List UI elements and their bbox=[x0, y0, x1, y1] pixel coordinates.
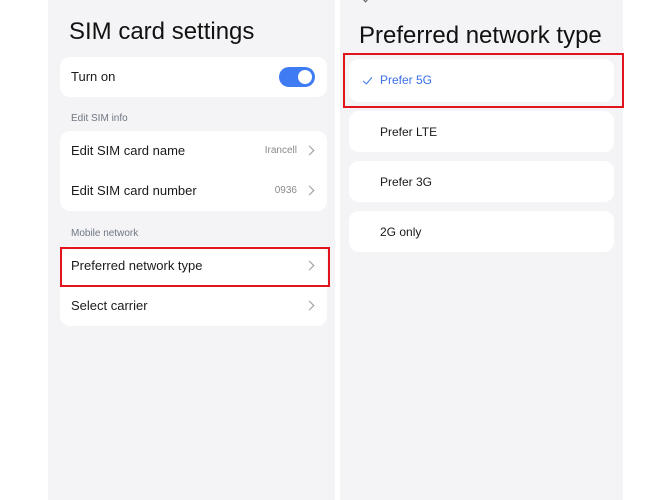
chevron-right-icon bbox=[304, 300, 315, 311]
section-edit-sim-info: Edit SIM info bbox=[71, 113, 128, 124]
chevron-right-icon bbox=[304, 145, 315, 156]
select-carrier-label: Select carrier bbox=[71, 298, 148, 313]
edit-sim-number-row[interactable]: Edit SIM card number 0936 bbox=[60, 171, 327, 211]
toggle-knob bbox=[298, 70, 312, 84]
turn-on-label: Turn on bbox=[71, 69, 116, 84]
edit-sim-name-label: Edit SIM card name bbox=[71, 143, 186, 158]
option-label: Prefer 3G bbox=[380, 175, 433, 189]
option-label: Prefer LTE bbox=[380, 125, 438, 139]
select-carrier-row[interactable]: Select carrier bbox=[60, 286, 327, 326]
sim-name-value: Irancell bbox=[264, 145, 297, 156]
edit-sim-name-row[interactable]: Edit SIM card name Irancell bbox=[60, 131, 327, 171]
sim-toggle[interactable] bbox=[279, 67, 315, 87]
highlight-box-prefer-5g bbox=[343, 53, 624, 108]
chevron-right-icon bbox=[304, 185, 315, 196]
option-2g-only[interactable]: 2G only bbox=[349, 211, 614, 252]
sim-number-value: 0936 bbox=[274, 185, 297, 196]
edit-sim-number-label: Edit SIM card number bbox=[71, 183, 197, 198]
section-mobile-network: Mobile network bbox=[71, 228, 139, 239]
edit-sim-card: Edit SIM card name Irancell Edit SIM car… bbox=[60, 131, 327, 211]
option-prefer-lte[interactable]: Prefer LTE bbox=[349, 111, 614, 152]
option-prefer-3g[interactable]: Prefer 3G bbox=[349, 161, 614, 202]
highlight-box-preferred-network bbox=[60, 247, 330, 287]
network-type-title: Preferred network type bbox=[359, 22, 602, 49]
page-title: SIM card settings bbox=[69, 18, 255, 45]
option-label: 2G only bbox=[380, 225, 422, 239]
turn-on-row[interactable]: Turn on bbox=[60, 57, 327, 97]
